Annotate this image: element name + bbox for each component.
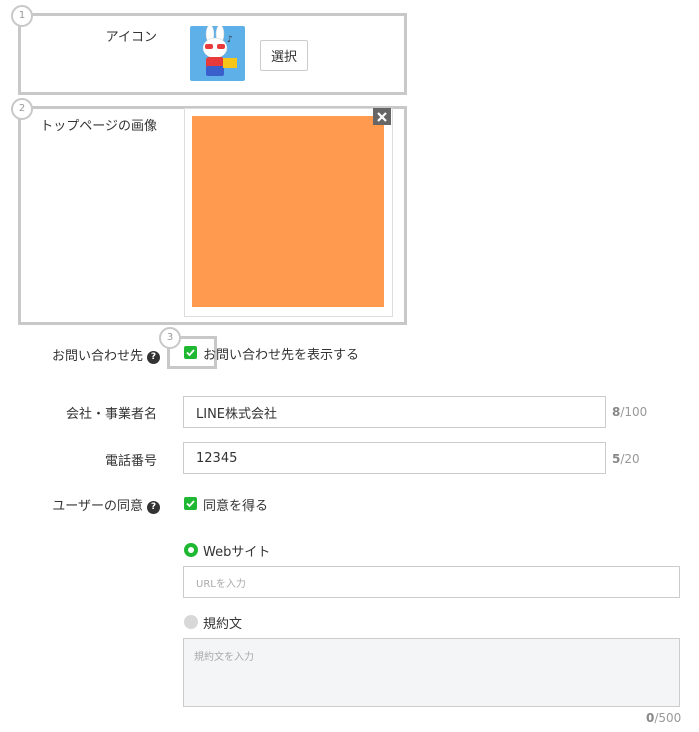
check-icon: [186, 500, 195, 508]
contact-checkbox-label[interactable]: お問い合わせ先を表示する: [203, 344, 359, 363]
terms-radio[interactable]: [184, 615, 198, 629]
company-counter: 8/100: [612, 405, 647, 419]
top-image-preview[interactable]: [192, 116, 384, 307]
contact-checkbox[interactable]: [184, 346, 197, 359]
website-radio[interactable]: [184, 543, 198, 557]
terms-textarea[interactable]: 規約文を入力: [183, 638, 680, 707]
remove-image-button[interactable]: [373, 108, 391, 125]
company-label: 会社・事業者名: [65, 407, 157, 422]
website-radio-label[interactable]: Webサイト: [203, 541, 270, 560]
consent-checkbox[interactable]: [184, 497, 197, 510]
terms-max: /500: [654, 711, 682, 725]
svg-text:♪: ♪: [227, 35, 233, 45]
company-name-value: LINE株式会社: [196, 406, 278, 422]
icon-label: アイコン: [105, 30, 157, 45]
consent-label-text: ユーザーの同意: [52, 499, 143, 514]
phone-label: 電話番号: [104, 454, 157, 469]
consent-label: ユーザーの同意?: [30, 495, 160, 514]
terms-textarea-placeholder: 規約文を入力: [194, 652, 254, 663]
terms-radio-label[interactable]: 規約文: [203, 613, 242, 632]
icon-image[interactable]: ♪: [190, 26, 245, 81]
phone-counter: 5/20: [612, 452, 640, 466]
phone-max: /20: [620, 452, 640, 466]
url-input[interactable]: URLを入力: [183, 566, 680, 598]
company-name-input[interactable]: LINE株式会社: [183, 396, 606, 428]
close-icon: [377, 111, 387, 122]
annotation-number-1: 1: [11, 5, 33, 27]
contact-label: お問い合わせ先?: [30, 345, 160, 364]
terms-counter: 0/500: [646, 711, 681, 725]
phone-input[interactable]: 12345: [183, 442, 606, 474]
help-icon[interactable]: ?: [147, 351, 160, 364]
annotation-number-3: 3: [159, 327, 181, 349]
consent-checkbox-label[interactable]: 同意を得る: [203, 495, 268, 514]
select-icon-button[interactable]: 選択: [260, 40, 308, 71]
help-icon[interactable]: ?: [147, 501, 160, 514]
contact-label-text: お問い合わせ先: [51, 349, 143, 364]
phone-value: 12345: [196, 450, 238, 466]
top-image-label: トップページの画像: [40, 119, 157, 134]
check-icon: [186, 349, 195, 357]
company-max: /100: [620, 405, 648, 419]
url-input-placeholder: URLを入力: [196, 578, 246, 590]
bunny-character-icon: ♪: [202, 26, 237, 76]
